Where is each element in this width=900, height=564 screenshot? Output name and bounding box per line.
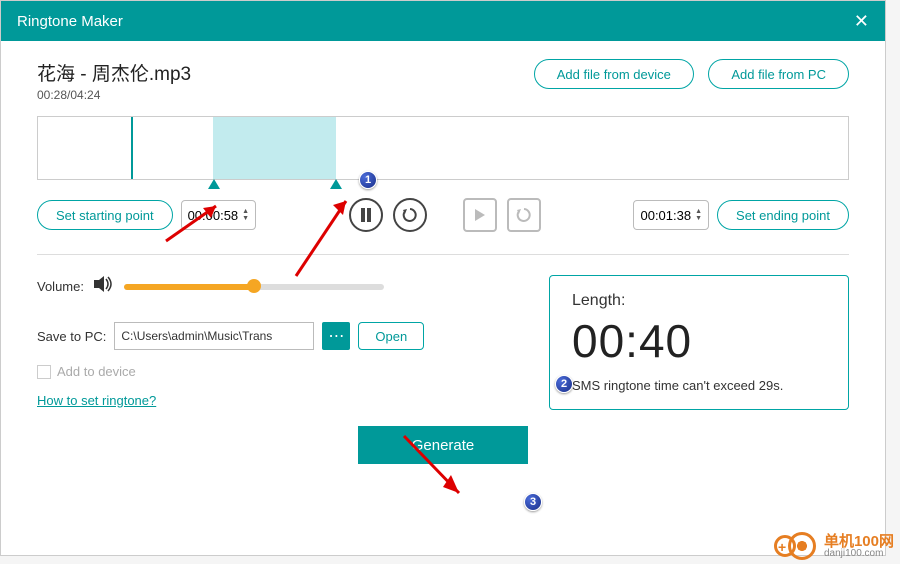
help-link[interactable]: How to set ringtone? bbox=[37, 393, 156, 408]
volume-thumb[interactable] bbox=[247, 279, 261, 293]
length-label: Length: bbox=[572, 292, 826, 310]
close-icon[interactable]: ✕ bbox=[854, 11, 869, 32]
start-time-spinner[interactable]: ▲▼ bbox=[242, 208, 249, 222]
end-time-value: 00:01:38 bbox=[640, 208, 691, 223]
playhead bbox=[131, 117, 133, 179]
save-label: Save to PC: bbox=[37, 329, 106, 344]
volume-label: Volume: bbox=[37, 279, 84, 294]
start-time-input[interactable]: 00:00:58 ▲▼ bbox=[181, 200, 257, 230]
titlebar: Ringtone Maker ✕ bbox=[1, 1, 885, 41]
generate-button[interactable]: Generate bbox=[358, 426, 528, 464]
end-time-input[interactable]: 00:01:38 ▲▼ bbox=[633, 200, 709, 230]
replay-icon[interactable] bbox=[393, 198, 427, 232]
length-panel: Length: 00:40 SMS ringtone time can't ex… bbox=[549, 275, 849, 410]
set-start-button[interactable]: Set starting point bbox=[37, 200, 173, 230]
length-hint: SMS ringtone time can't exceed 29s. bbox=[572, 378, 826, 393]
end-handle[interactable] bbox=[330, 179, 342, 189]
end-time-spinner[interactable]: ▲▼ bbox=[695, 208, 702, 222]
add-file-pc-button[interactable]: Add file from PC bbox=[708, 59, 849, 89]
volume-fill bbox=[124, 284, 254, 290]
replay-preview-icon[interactable] bbox=[507, 198, 541, 232]
annotation-badge-3: 3 bbox=[524, 493, 542, 511]
set-end-button[interactable]: Set ending point bbox=[717, 200, 849, 230]
selection-region[interactable] bbox=[213, 117, 336, 179]
filename-label: 花海 - 周杰伦.mp3 bbox=[37, 59, 191, 86]
watermark-text-en: danji100.com bbox=[824, 549, 894, 559]
start-handle[interactable] bbox=[208, 179, 220, 189]
divider bbox=[37, 254, 849, 255]
annotation-badge-2: 2 bbox=[555, 375, 573, 393]
open-button[interactable]: Open bbox=[358, 322, 424, 350]
add-device-label: Add to device bbox=[57, 364, 136, 379]
browse-button[interactable]: ⋯ bbox=[322, 322, 350, 350]
pause-icon[interactable] bbox=[349, 198, 383, 232]
length-value: 00:40 bbox=[572, 314, 826, 368]
volume-icon bbox=[94, 275, 114, 298]
start-time-value: 00:00:58 bbox=[188, 208, 239, 223]
file-info: 花海 - 周杰伦.mp3 00:28/04:24 bbox=[37, 59, 191, 102]
waveform-track[interactable] bbox=[37, 116, 849, 180]
watermark: + 单机100网 danji100.com bbox=[774, 532, 894, 560]
watermark-text-cn: 单机100网 bbox=[824, 534, 894, 549]
save-path-input[interactable] bbox=[114, 322, 314, 350]
add-device-checkbox[interactable] bbox=[37, 365, 51, 379]
add-file-device-button[interactable]: Add file from device bbox=[534, 59, 694, 89]
annotation-badge-1: 1 bbox=[359, 171, 377, 189]
watermark-logo-icon: + bbox=[774, 532, 818, 560]
window-title: Ringtone Maker bbox=[17, 13, 123, 30]
file-position-label: 00:28/04:24 bbox=[37, 88, 191, 102]
volume-slider[interactable] bbox=[124, 284, 384, 290]
play-preview-icon[interactable] bbox=[463, 198, 497, 232]
